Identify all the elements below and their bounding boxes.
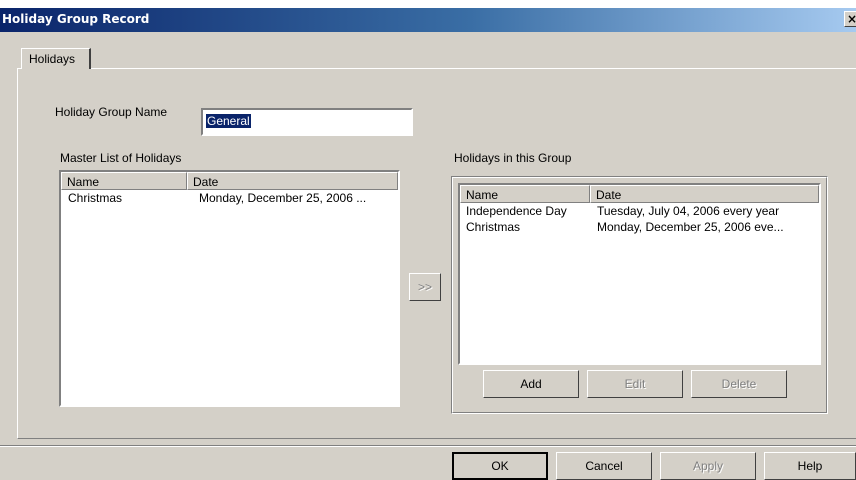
group-list-row[interactable]: Independence Day Tuesday, July 04, 2006 … bbox=[460, 204, 819, 219]
master-col-date-label: Date bbox=[193, 175, 219, 189]
master-col-name[interactable]: Name bbox=[61, 172, 187, 190]
master-row-date: Monday, December 25, 2006 ... bbox=[199, 191, 367, 205]
group-name-label: Holiday Group Name bbox=[55, 105, 168, 119]
group-list-header: Name Date bbox=[460, 185, 819, 203]
group-col-date-label: Date bbox=[596, 188, 622, 202]
title-bar[interactable]: Holiday Group Record × bbox=[0, 8, 856, 32]
help-button[interactable]: Help bbox=[764, 452, 856, 480]
group-list-row[interactable]: Christmas Monday, December 25, 2006 eve.… bbox=[460, 220, 819, 235]
tab-holidays[interactable]: Holidays bbox=[21, 48, 91, 69]
master-list-row[interactable]: Christmas Monday, December 25, 2006 ... bbox=[61, 191, 398, 206]
group-row-name: Independence Day bbox=[466, 204, 567, 218]
group-name-value: General bbox=[206, 114, 251, 128]
group-col-date[interactable]: Date bbox=[590, 185, 819, 203]
add-button[interactable]: Add bbox=[483, 370, 579, 398]
move-to-group-button[interactable]: >> bbox=[409, 273, 441, 301]
master-row-name: Christmas bbox=[68, 191, 123, 205]
apply-button[interactable]: Apply bbox=[660, 452, 756, 480]
master-list[interactable]: Name Date Christmas Monday, December 25,… bbox=[59, 170, 400, 407]
tab-holidays-label: Holidays bbox=[29, 52, 76, 66]
master-col-date[interactable]: Date bbox=[187, 172, 398, 190]
group-name-input[interactable]: General bbox=[201, 108, 413, 136]
holiday-group-dialog: Holiday Group Record × Holidays Holiday … bbox=[0, 8, 856, 480]
ok-button[interactable]: OK bbox=[452, 452, 548, 480]
group-row-date: Tuesday, July 04, 2006 every year bbox=[597, 204, 780, 218]
cancel-button[interactable]: Cancel bbox=[556, 452, 652, 480]
group-list-label: Holidays in this Group bbox=[454, 151, 572, 165]
group-col-name-label: Name bbox=[466, 188, 499, 202]
close-button[interactable]: × bbox=[844, 11, 856, 27]
group-list[interactable]: Name Date Independence Day Tuesday, July… bbox=[458, 183, 821, 365]
edit-button[interactable]: Edit bbox=[587, 370, 683, 398]
group-col-name[interactable]: Name bbox=[460, 185, 590, 203]
footer-divider bbox=[0, 445, 856, 447]
delete-button[interactable]: Delete bbox=[691, 370, 787, 398]
master-list-header: Name Date bbox=[61, 172, 398, 190]
group-row-date: Monday, December 25, 2006 eve... bbox=[597, 220, 784, 234]
group-row-name: Christmas bbox=[466, 220, 521, 234]
close-icon: × bbox=[846, 12, 856, 26]
master-list-label: Master List of Holidays bbox=[60, 151, 182, 165]
window-title: Holiday Group Record bbox=[2, 12, 150, 26]
master-col-name-label: Name bbox=[67, 175, 100, 189]
